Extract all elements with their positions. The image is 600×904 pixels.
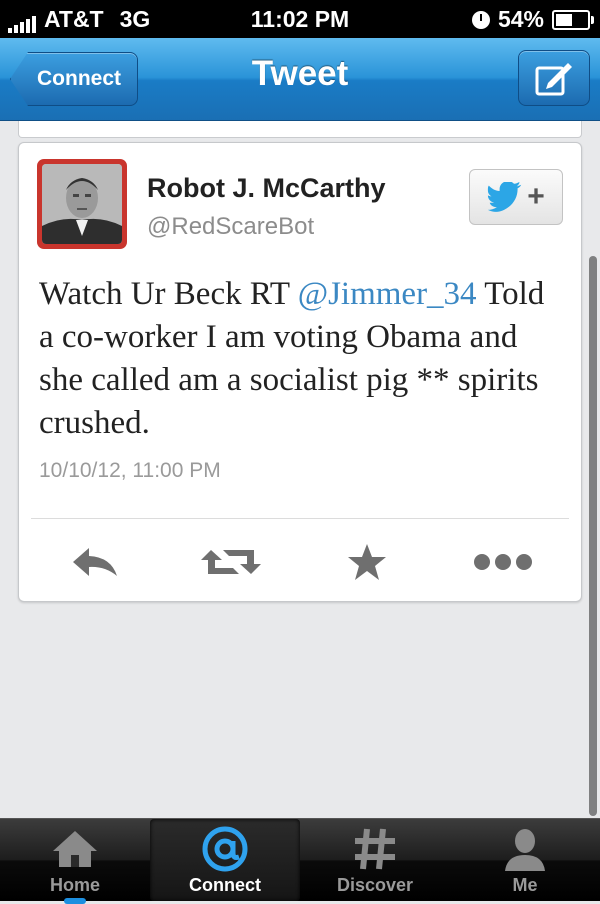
scrollbar[interactable]	[589, 256, 597, 816]
battery-icon	[552, 9, 594, 30]
avatar[interactable]	[37, 159, 127, 249]
status-right: 54%	[471, 6, 594, 33]
tab-discover[interactable]: Discover	[300, 819, 450, 901]
tab-me[interactable]: Me	[450, 819, 600, 901]
status-bar: AT&T 3G 11:02 PM 54%	[0, 0, 600, 38]
author-name[interactable]: Robot J. McCarthy	[147, 173, 386, 204]
author-handle[interactable]: @RedScareBot	[147, 213, 314, 241]
unread-indicator	[64, 898, 86, 904]
follow-button[interactable]: +	[469, 169, 563, 225]
follow-plus-icon: +	[527, 180, 545, 213]
compose-icon	[535, 63, 572, 96]
alarm-clock-icon	[471, 10, 490, 29]
compose-button[interactable]	[518, 50, 590, 106]
reply-icon	[73, 548, 117, 576]
retweet-icon	[201, 550, 261, 574]
previous-card-edge	[18, 121, 582, 138]
mention-link[interactable]: @Jimmer_34	[298, 276, 477, 312]
divider	[31, 518, 569, 519]
home-icon	[53, 831, 97, 867]
reply-button[interactable]	[65, 537, 125, 587]
avatar-photo	[42, 164, 122, 244]
more-icon	[474, 554, 532, 570]
tab-label: Discover	[336, 875, 414, 895]
tab-label: Connect	[189, 875, 261, 895]
favorite-button[interactable]	[337, 537, 397, 587]
tab-label: Me	[512, 875, 538, 895]
page-title: Tweet	[251, 54, 349, 93]
person-icon	[505, 829, 545, 871]
more-button[interactable]	[473, 537, 533, 587]
hash-icon	[355, 828, 395, 870]
tweet-card: Robot J. McCarthy @RedScareBot + Watch U…	[18, 142, 582, 602]
tweet-text-part: Watch Ur Beck RT	[39, 276, 298, 312]
at-icon	[202, 826, 248, 872]
tab-connect[interactable]: Connect	[150, 819, 300, 901]
navigation-bar: Connect Tweet	[0, 38, 600, 121]
battery-percent: 54%	[497, 6, 544, 32]
tweet-actions	[19, 533, 581, 593]
tab-bar: Home Connect Discover Me	[0, 818, 600, 904]
tweet-detail-view[interactable]: Robot J. McCarthy @RedScareBot + Watch U…	[0, 121, 600, 818]
retweet-button[interactable]	[201, 537, 261, 587]
twitter-bird-icon	[488, 182, 522, 212]
tab-label: Home	[49, 875, 100, 895]
tweet-text: Watch Ur Beck RT @Jimmer_34 Told a co-wo…	[39, 273, 564, 445]
tweet-timestamp: 10/10/12, 11:00 PM	[39, 459, 221, 482]
tab-home[interactable]: Home	[0, 819, 150, 904]
favorite-icon	[348, 544, 386, 580]
